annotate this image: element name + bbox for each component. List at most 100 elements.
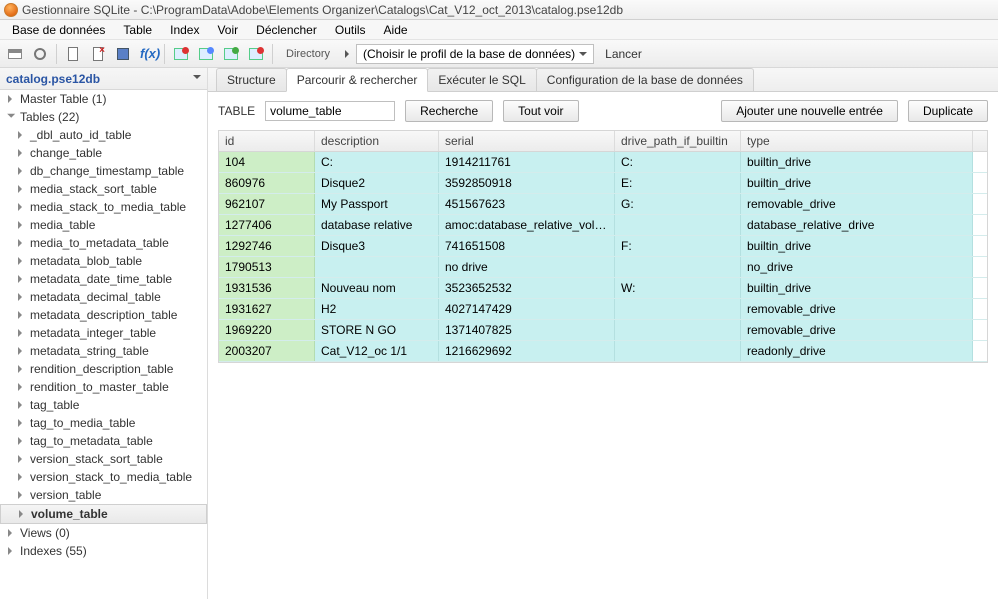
menu-table[interactable]: Table <box>115 21 160 39</box>
show-all-button[interactable]: Tout voir <box>503 100 578 122</box>
tree-table-item[interactable]: tag_to_metadata_table <box>0 432 207 450</box>
cell[interactable]: Cat_V12_oc 1/1 <box>315 341 439 361</box>
cell[interactable]: F: <box>615 236 741 256</box>
toolbar-new-doc-icon[interactable] <box>62 43 84 65</box>
toolbar-delete-doc-icon[interactable]: × <box>87 43 109 65</box>
tree-table-item[interactable]: _dbl_auto_id_table <box>0 126 207 144</box>
tab-db-config[interactable]: Configuration de la base de données <box>536 68 754 91</box>
profile-select[interactable]: (Choisir le profil de la base de données… <box>356 44 594 64</box>
cell[interactable]: Disque2 <box>315 173 439 193</box>
tree-table-item[interactable]: media_stack_to_media_table <box>0 198 207 216</box>
cell[interactable]: 1371407825 <box>439 320 615 340</box>
tree-table-item[interactable]: metadata_decimal_table <box>0 288 207 306</box>
cell[interactable]: 3592850918 <box>439 173 615 193</box>
search-button[interactable]: Recherche <box>405 100 493 122</box>
table-row[interactable]: 1931627H24027147429removable_drive <box>219 299 987 320</box>
toolbar-fx-icon[interactable]: f(x) <box>137 43 159 65</box>
cell[interactable]: removable_drive <box>741 299 973 319</box>
tab-browse-search[interactable]: Parcourir & rechercher <box>286 68 429 92</box>
table-row[interactable]: 1969220STORE N GO1371407825removable_dri… <box>219 320 987 341</box>
cell[interactable]: database_relative_drive <box>741 215 973 235</box>
table-row[interactable]: 1277406database relativeamoc:database_re… <box>219 215 987 236</box>
cell[interactable]: 1931536 <box>219 278 315 298</box>
toolbar-table-edit-icon[interactable] <box>195 43 217 65</box>
menu-base-de-donnees[interactable]: Base de données <box>4 21 113 39</box>
menu-aide[interactable]: Aide <box>376 21 416 39</box>
cell[interactable]: G: <box>615 194 741 214</box>
col-serial[interactable]: serial <box>439 131 615 151</box>
cell[interactable]: Nouveau nom <box>315 278 439 298</box>
col-id[interactable]: id <box>219 131 315 151</box>
table-row[interactable]: 860976Disque23592850918E:builtin_drive <box>219 173 987 194</box>
tree-table-item[interactable]: metadata_integer_table <box>0 324 207 342</box>
add-entry-button[interactable]: Ajouter une nouvelle entrée <box>721 100 898 122</box>
tab-structure[interactable]: Structure <box>216 68 287 91</box>
cell[interactable] <box>615 215 741 235</box>
tree-table-item[interactable]: media_table <box>0 216 207 234</box>
cell[interactable]: C: <box>615 152 741 172</box>
cell[interactable]: database relative <box>315 215 439 235</box>
cell[interactable]: 1790513 <box>219 257 315 277</box>
cell[interactable]: readonly_drive <box>741 341 973 361</box>
cell[interactable] <box>315 257 439 277</box>
cell[interactable] <box>615 320 741 340</box>
cell[interactable] <box>615 257 741 277</box>
cell[interactable]: 104 <box>219 152 315 172</box>
cell[interactable]: no_drive <box>741 257 973 277</box>
cell[interactable]: builtin_drive <box>741 278 973 298</box>
sidebar-db-select[interactable]: catalog.pse12db <box>0 68 207 90</box>
cell[interactable]: builtin_drive <box>741 173 973 193</box>
cell[interactable]: W: <box>615 278 741 298</box>
cell[interactable]: 2003207 <box>219 341 315 361</box>
toolbar-open-icon[interactable] <box>4 43 26 65</box>
toolbar-save-icon[interactable] <box>112 43 134 65</box>
cell[interactable]: 1931627 <box>219 299 315 319</box>
tree-tables[interactable]: Tables (22) <box>0 108 207 126</box>
tree-table-item[interactable]: version_stack_to_media_table <box>0 468 207 486</box>
table-row[interactable]: 104C:1914211761C:builtin_drive <box>219 152 987 173</box>
schema-tree[interactable]: Master Table (1) Tables (22) _dbl_auto_i… <box>0 90 207 599</box>
cell[interactable]: 1216629692 <box>439 341 615 361</box>
col-drive-path[interactable]: drive_path_if_builtin <box>615 131 741 151</box>
cell[interactable]: 451567623 <box>439 194 615 214</box>
tree-table-item[interactable]: volume_table <box>0 504 207 524</box>
table-name-input[interactable] <box>265 101 395 121</box>
tree-table-item[interactable]: version_stack_sort_table <box>0 450 207 468</box>
cell[interactable]: no drive <box>439 257 615 277</box>
col-description[interactable]: description <box>315 131 439 151</box>
cell[interactable]: 860976 <box>219 173 315 193</box>
menu-outils[interactable]: Outils <box>327 21 374 39</box>
tree-table-item[interactable]: metadata_string_table <box>0 342 207 360</box>
table-row[interactable]: 1931536Nouveau nom3523652532W:builtin_dr… <box>219 278 987 299</box>
launch-button[interactable]: Lancer <box>597 45 650 63</box>
tree-table-item[interactable]: metadata_date_time_table <box>0 270 207 288</box>
cell[interactable]: removable_drive <box>741 320 973 340</box>
tree-table-item[interactable]: rendition_to_master_table <box>0 378 207 396</box>
tree-master-tables[interactable]: Master Table (1) <box>0 90 207 108</box>
cell[interactable]: 741651508 <box>439 236 615 256</box>
menu-index[interactable]: Index <box>162 21 207 39</box>
toolbar-table-add-icon[interactable] <box>220 43 242 65</box>
table-row[interactable]: 962107My Passport451567623G:removable_dr… <box>219 194 987 215</box>
cell[interactable]: Disque3 <box>315 236 439 256</box>
tree-table-item[interactable]: metadata_description_table <box>0 306 207 324</box>
table-row[interactable]: 1790513 no drive no_drive <box>219 257 987 278</box>
toolbar-settings-icon[interactable] <box>29 43 51 65</box>
cell[interactable]: 1914211761 <box>439 152 615 172</box>
cell[interactable]: removable_drive <box>741 194 973 214</box>
toolbar-table-remove-icon[interactable] <box>245 43 267 65</box>
menu-declencher[interactable]: Déclencher <box>248 21 325 39</box>
menu-voir[interactable]: Voir <box>209 21 246 39</box>
tree-table-item[interactable]: change_table <box>0 144 207 162</box>
cell[interactable]: 1292746 <box>219 236 315 256</box>
tree-table-item[interactable]: tag_to_media_table <box>0 414 207 432</box>
tree-views[interactable]: Views (0) <box>0 524 207 542</box>
cell[interactable] <box>615 341 741 361</box>
duplicate-button[interactable]: Duplicate <box>908 100 988 122</box>
tree-table-item[interactable]: metadata_blob_table <box>0 252 207 270</box>
cell[interactable] <box>615 299 741 319</box>
tree-table-item[interactable]: version_table <box>0 486 207 504</box>
cell[interactable]: C: <box>315 152 439 172</box>
col-type[interactable]: type <box>741 131 973 151</box>
tree-table-item[interactable]: tag_table <box>0 396 207 414</box>
